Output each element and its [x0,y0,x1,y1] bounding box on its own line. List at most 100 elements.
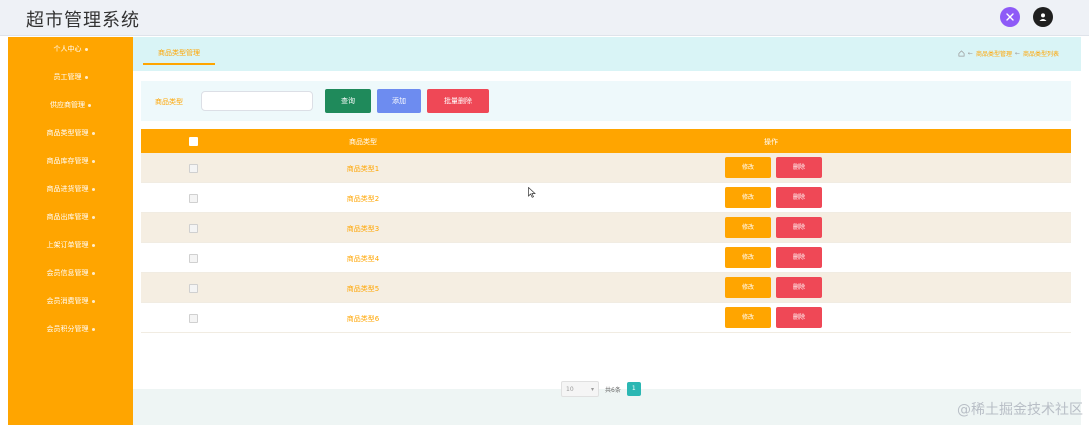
sidebar: 个人中心 员工管理 供应商管理 商品类型管理 商品库存管理 商品进货管理 商品出… [8,37,133,425]
bullet-icon [91,327,95,331]
row-name: 商品类型1 [346,165,380,173]
sidebar-item-stock[interactable]: 商品库存管理 [8,151,133,171]
bullet-icon [91,187,95,191]
delete-button[interactable]: 删除 [776,307,822,328]
page-size-value: 10 [566,385,574,393]
breadcrumb-separator-icon: ← [1014,50,1020,57]
delete-button[interactable]: 删除 [776,247,822,268]
edit-button[interactable]: 修改 [725,247,771,268]
delete-button[interactable]: 删除 [776,217,822,238]
watermark: @稀土掘金技术社区 [957,402,1083,418]
bullet-icon [91,159,95,163]
breadcrumb-separator-icon: ← [967,50,973,57]
row-name: 商品类型3 [346,225,380,233]
breadcrumb-item: 商品类型列表 [1022,51,1059,58]
add-button[interactable]: 添加 [377,89,421,113]
sidebar-item-label: 商品进货管理 [46,185,89,193]
top-bar: 超市管理系统 [0,0,1089,36]
bullet-icon [91,215,95,219]
column-header-name[interactable]: 商品类型 [311,137,415,147]
product-type-table: 商品类型 操作 商品类型1 修改 删除 商品类型2 修改 删除 商品类型3 修改… [141,129,1071,333]
sidebar-item-purchase[interactable]: 商品进货管理 [8,179,133,199]
main-panel: 商品类型管理 ← 商品类型管理 ← 商品类型列表 商品类型 查询 添加 批量删除 [133,37,1081,425]
sidebar-item-label: 商品库存管理 [46,157,89,165]
sidebar-item-label: 商品类型管理 [46,129,89,137]
tab-product-type[interactable]: 商品类型管理 [143,45,215,65]
settings-button[interactable] [1000,7,1020,27]
row-name: 商品类型4 [346,255,380,263]
row-checkbox[interactable] [189,314,198,323]
sidebar-item-orders[interactable]: 上架订单管理 [8,235,133,255]
edit-button[interactable]: 修改 [725,307,771,328]
bullet-icon [91,271,95,275]
mouse-cursor-icon [528,187,536,198]
bullet-icon [84,75,88,79]
bullet-icon [91,243,95,247]
sidebar-item-outbound[interactable]: 商品出库管理 [8,207,133,227]
search-label: 商品类型 [155,98,183,106]
settings-icon [1006,13,1014,21]
product-type-search-input[interactable] [201,91,313,111]
user-button[interactable] [1033,7,1053,27]
page-number-button[interactable]: 1 [626,382,641,396]
table-row: 商品类型5 修改 删除 [141,273,1071,303]
edit-button[interactable]: 修改 [725,157,771,178]
row-checkbox[interactable] [189,284,198,293]
edit-button[interactable]: 修改 [725,217,771,238]
row-name: 商品类型5 [346,285,380,293]
delete-button[interactable]: 删除 [776,157,822,178]
row-name: 商品类型6 [346,315,380,323]
breadcrumb: ← 商品类型管理 ← 商品类型列表 [958,49,1059,58]
select-all-checkbox[interactable] [189,137,198,146]
sidebar-item-member-info[interactable]: 会员信息管理 [8,263,133,283]
sidebar-item-member-spend[interactable]: 会员消费管理 [8,291,133,311]
sidebar-item-staff[interactable]: 员工管理 [8,67,133,87]
bullet-icon [91,131,95,135]
batch-delete-button[interactable]: 批量删除 [427,89,489,113]
edit-button[interactable]: 修改 [725,187,771,208]
sidebar-item-label: 会员积分管理 [46,325,89,333]
row-checkbox[interactable] [189,254,198,263]
sidebar-item-product-type[interactable]: 商品类型管理 [8,123,133,143]
sidebar-item-member-points[interactable]: 会员积分管理 [8,319,133,339]
search-bar: 商品类型 查询 添加 批量删除 [141,81,1071,121]
breadcrumb-item[interactable]: 商品类型管理 [976,49,1012,58]
column-header-operation: 操作 [764,138,778,146]
edit-button[interactable]: 修改 [725,277,771,298]
sidebar-item-profile[interactable]: 个人中心 [8,39,133,59]
user-icon [1039,13,1047,21]
table-row: 商品类型2 修改 删除 [141,183,1071,213]
content-area: 商品类型 查询 添加 批量删除 商品类型 操作 商品类型1 修改 删除 商品类型… [133,71,1081,397]
bullet-icon [84,47,88,51]
page-size-select[interactable]: 10 ▾ [561,381,599,397]
delete-button[interactable]: 删除 [776,187,822,208]
app-root: 超市管理系统 个人中心 员工管理 供应商管理 商品类型管理 商品库存管理 商品进… [0,0,1089,425]
row-name: 商品类型2 [346,195,380,203]
sidebar-item-label: 会员消费管理 [46,297,89,305]
bullet-icon [88,103,91,107]
app-title: 超市管理系统 [26,10,140,31]
delete-button[interactable]: 删除 [776,277,822,298]
home-icon [958,50,965,57]
sidebar-item-label: 会员信息管理 [46,269,89,277]
row-checkbox[interactable] [189,194,198,203]
bullet-icon [91,299,95,303]
pagination: 10 ▾ 共6条 1 [561,381,641,397]
sidebar-item-label: 供应商管理 [50,101,85,109]
tab-bar: 商品类型管理 ← 商品类型管理 ← 商品类型列表 [133,37,1081,71]
chevron-down-icon: ▾ [590,385,594,393]
row-checkbox[interactable] [189,164,198,173]
query-button[interactable]: 查询 [325,89,371,113]
table-row: 商品类型6 修改 删除 [141,303,1071,333]
table-header: 商品类型 操作 [141,129,1071,153]
sidebar-item-label: 上架订单管理 [46,241,89,249]
row-checkbox[interactable] [189,224,198,233]
sidebar-item-label: 商品出库管理 [46,213,89,221]
sidebar-item-label: 个人中心 [53,45,82,53]
sidebar-item-label: 员工管理 [53,73,82,81]
table-row: 商品类型1 修改 删除 [141,153,1071,183]
sidebar-item-supplier[interactable]: 供应商管理 [8,95,133,115]
table-row: 商品类型3 修改 删除 [141,213,1071,243]
table-row: 商品类型4 修改 删除 [141,243,1071,273]
total-count: 共6条 [605,386,621,394]
